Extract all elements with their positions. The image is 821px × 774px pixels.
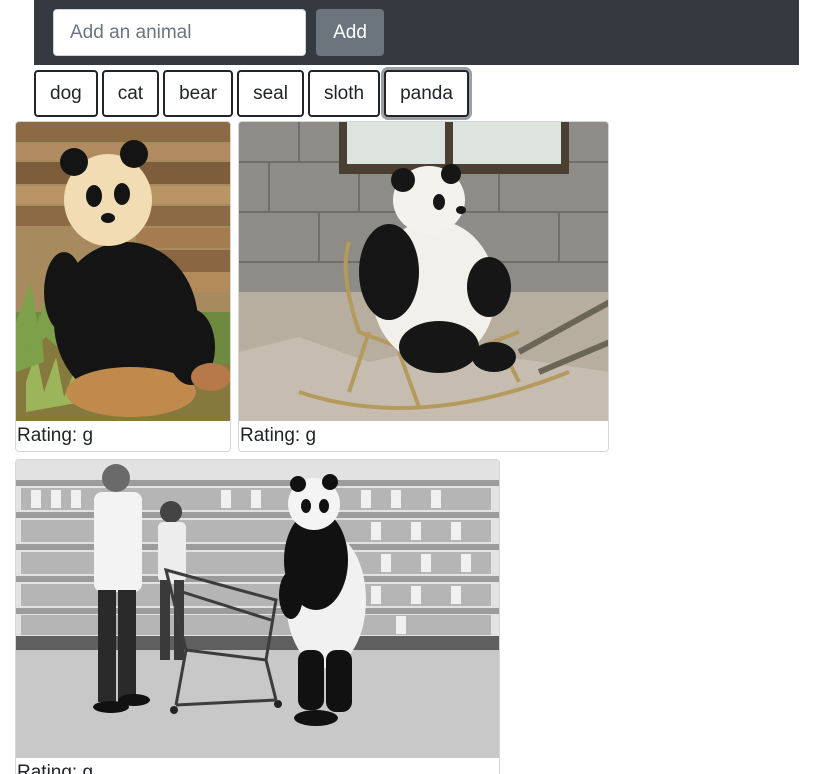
animal-button-seal[interactable]: seal (237, 70, 304, 117)
top-navbar: Add (34, 0, 799, 65)
panda-in-rocking-chair-image[interactable] (239, 122, 608, 421)
add-animal-input[interactable] (53, 9, 306, 56)
gif-rating: Rating: g (17, 762, 94, 774)
gif-card[interactable]: Rating: g (15, 121, 231, 452)
gif-card[interactable]: Rating: g (238, 121, 609, 452)
animal-button-row: dog cat bear seal sloth panda (34, 70, 469, 118)
gif-rating: Rating: g (17, 425, 94, 446)
gif-rating: Rating: g (240, 425, 317, 446)
panda-sitting-on-logs-image[interactable] (16, 122, 230, 421)
animal-button-bear[interactable]: bear (163, 70, 234, 117)
animal-button-dog[interactable]: dog (34, 70, 98, 117)
add-button[interactable]: Add (316, 9, 384, 56)
animal-button-panda[interactable]: panda (384, 70, 469, 117)
giphy-animal-app: Add dog cat bear seal sloth panda (0, 0, 821, 774)
panda-costume-in-supermarket-image[interactable] (16, 460, 499, 758)
gif-card[interactable]: Rating: g (15, 459, 500, 774)
animal-button-cat[interactable]: cat (101, 70, 160, 117)
animal-button-sloth[interactable]: sloth (307, 70, 381, 117)
